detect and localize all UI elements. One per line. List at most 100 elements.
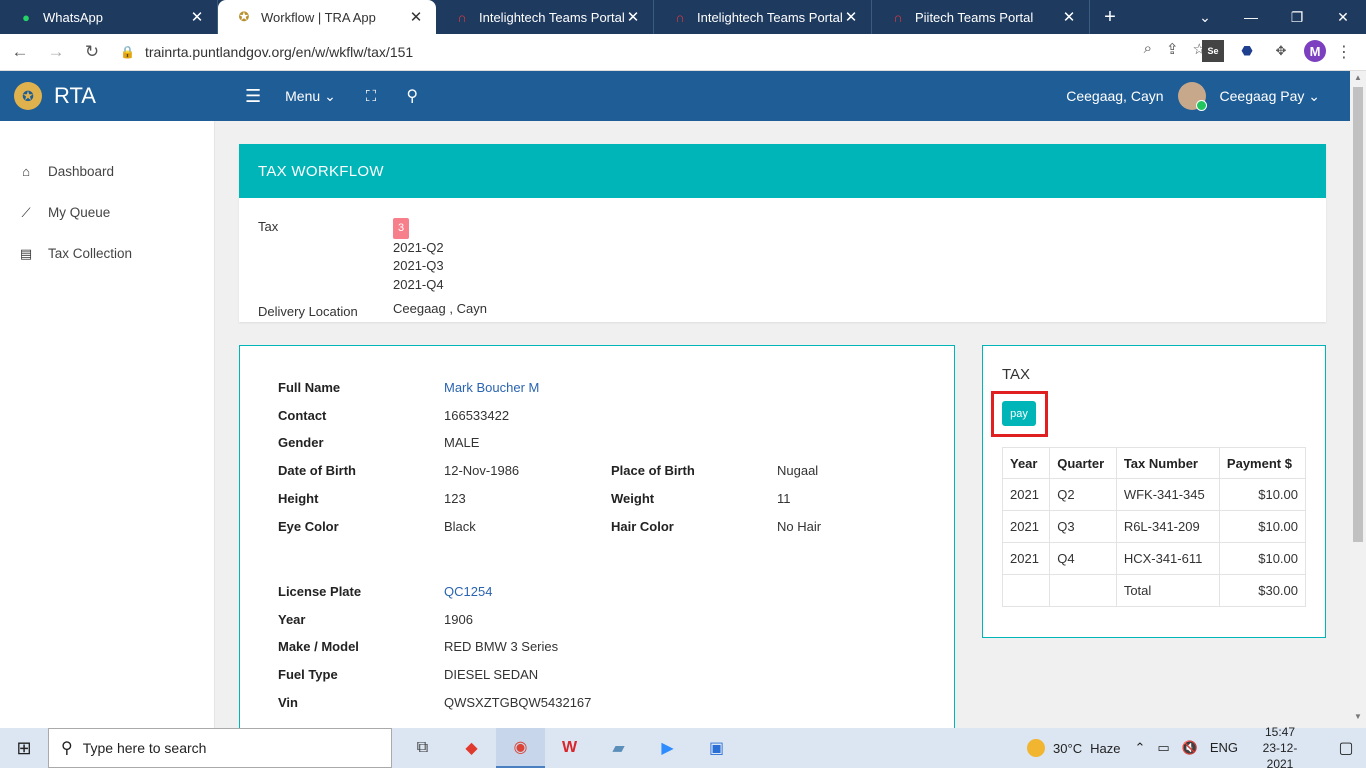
weight-value: 11: [777, 491, 791, 506]
menu-dropdown[interactable]: Menu ⌄: [285, 88, 336, 105]
reload-icon[interactable]: ↻: [76, 36, 108, 68]
hair-color-value: No Hair: [777, 519, 822, 534]
col-quarter: Quarter: [1049, 447, 1117, 479]
profile-avatar[interactable]: M: [1304, 40, 1326, 62]
tax-table: Year Quarter Tax Number Payment $ 2021 Q…: [1001, 447, 1307, 607]
chrome-icon[interactable]: ◉: [496, 728, 545, 768]
table-row: 2021 Q3 R6L-341-209 $10.00: [1001, 510, 1307, 543]
user-menu[interactable]: Ceegaag Pay ⌄: [1220, 88, 1320, 105]
puzzle-extensions-icon[interactable]: ✥: [1270, 40, 1292, 62]
tab-title: WhatsApp: [43, 9, 103, 25]
fullscreen-icon[interactable]: ⛶: [366, 88, 377, 105]
windows-start-icon[interactable]: ⊞: [0, 728, 48, 768]
browser-toolbar: ← → ↻ 🔒 trainrta.puntlandgov.org/en/w/wk…: [0, 34, 1366, 71]
hamburger-icon[interactable]: ☰: [245, 86, 261, 107]
close-window-icon[interactable]: ✕: [1320, 0, 1366, 34]
photos-app-icon[interactable]: ▣: [692, 728, 741, 768]
quarter-item: 2021-Q4: [393, 276, 444, 292]
emblem-logo-icon: ✪: [14, 82, 42, 110]
gender-label: Gender: [278, 435, 324, 450]
brand[interactable]: ✪ RTA: [0, 82, 215, 110]
close-tab-icon[interactable]: ✕: [843, 8, 859, 26]
cell-payment: $10.00: [1218, 510, 1307, 543]
task-view-icon[interactable]: ⧉: [398, 728, 447, 768]
close-tab-icon[interactable]: ✕: [1061, 8, 1077, 26]
shield-extension-icon[interactable]: ⬣: [1236, 40, 1258, 62]
eye-color-label: Eye Color: [278, 519, 339, 534]
browser-tab-bar: ● WhatsApp ✕ ✪ Workflow | TRA App ✕ ∩ In…: [0, 0, 1366, 34]
tab-intelightech-1[interactable]: ∩ Intelightech Teams Portal ✕: [436, 0, 654, 34]
tab-title: Piitech Teams Portal: [915, 9, 1034, 25]
zoom-app-icon[interactable]: ▶: [643, 728, 692, 768]
tab-whatsapp[interactable]: ● WhatsApp ✕: [0, 0, 218, 34]
restore-icon[interactable]: ❐: [1274, 0, 1320, 34]
sidebar-item-tax-collection[interactable]: ▤ Tax Collection: [0, 233, 214, 274]
tax-card: TAX pay Year Quarter Tax Number Payment …: [982, 345, 1326, 638]
app-red-icon[interactable]: ◆: [447, 728, 496, 768]
full-name-link[interactable]: Mark Boucher M: [444, 380, 539, 395]
workflow-title: TAX WORKFLOW: [239, 144, 1326, 198]
contact-label: Contact: [278, 408, 327, 423]
wps-office-icon[interactable]: W: [545, 728, 594, 768]
notes-app-icon[interactable]: ▰: [594, 728, 643, 768]
scroll-thumb[interactable]: [1353, 87, 1363, 542]
new-tab-button[interactable]: +: [1090, 0, 1130, 34]
pob-label: Place of Birth: [611, 463, 695, 478]
sidebar-item-my-queue[interactable]: ⟋ My Queue: [0, 192, 214, 233]
close-tab-icon[interactable]: ✕: [189, 8, 205, 26]
user-avatar[interactable]: [1177, 82, 1207, 111]
cell-year: 2021: [1001, 478, 1051, 511]
search-icon[interactable]: ⚲: [406, 86, 418, 106]
sidebar: ⌂ Dashboard ⟋ My Queue ▤ Tax Collection: [0, 121, 215, 728]
close-tab-icon[interactable]: ✕: [625, 8, 641, 26]
share-icon[interactable]: ⇪: [1166, 40, 1179, 58]
eye-color-value: Black: [444, 519, 476, 534]
close-tab-icon[interactable]: ✕: [408, 8, 424, 26]
weather-sun-icon: [1027, 739, 1046, 757]
license-plate-link[interactable]: QC1254: [444, 584, 492, 599]
menu-label: Menu: [285, 87, 321, 104]
back-icon[interactable]: ←: [4, 36, 36, 68]
pay-button[interactable]: pay: [1002, 401, 1036, 426]
details-card: Full Name Mark Boucher M Contact 1665334…: [239, 345, 955, 735]
fuel-type-value: DIESEL SEDAN: [444, 667, 539, 682]
weather-widget[interactable]: 30°C Haze: [1027, 739, 1120, 757]
cell-year: 2021: [1001, 510, 1051, 543]
col-tax-number: Tax Number: [1115, 447, 1220, 479]
notification-icon[interactable]: ▢: [1326, 738, 1366, 758]
clock[interactable]: 15:47 23-12-2021: [1250, 724, 1310, 768]
cell-quarter: Q3: [1049, 510, 1117, 543]
chevron-down-icon: ⌄: [324, 87, 336, 104]
workflow-card: TAX WORKFLOW Tax 3 2021-Q2 2021-Q3 2021-…: [239, 144, 1326, 322]
home-icon: ⌂: [22, 164, 30, 179]
network-icon[interactable]: ▭: [1157, 740, 1169, 756]
tab-workflow[interactable]: ✪ Workflow | TRA App ✕: [218, 0, 436, 34]
total-value: $30.00: [1218, 574, 1307, 607]
dob-label: Date of Birth: [278, 463, 356, 478]
page-scrollbar[interactable]: ▲ ▼: [1350, 71, 1366, 728]
scroll-down-icon[interactable]: ▼: [1350, 712, 1366, 726]
sidebar-item-dashboard[interactable]: ⌂ Dashboard: [0, 151, 214, 192]
zoom-icon[interactable]: ⌕: [1144, 40, 1152, 58]
tab-intelightech-2[interactable]: ∩ Intelightech Teams Portal ✕: [654, 0, 872, 34]
tab-piitech[interactable]: ∩ Piitech Teams Portal ✕: [872, 0, 1090, 34]
language-indicator[interactable]: ENG: [1210, 740, 1238, 756]
year-label: Year: [278, 612, 306, 627]
volume-muted-icon[interactable]: 🔇: [1182, 740, 1198, 756]
license-plate-label: License Plate: [278, 584, 362, 599]
tab-search-icon[interactable]: ⌄: [1182, 0, 1228, 34]
lock-icon[interactable]: 🔒: [120, 45, 135, 59]
selenium-extension-icon[interactable]: Se: [1202, 40, 1224, 62]
taskbar-search-box[interactable]: ⚲ Type here to search: [48, 728, 392, 768]
tray-chevron-icon[interactable]: ⌃: [1134, 740, 1145, 756]
sidebar-item-label: My Queue: [48, 205, 111, 220]
scroll-up-icon[interactable]: ▲: [1350, 73, 1366, 87]
forward-icon[interactable]: →: [40, 36, 72, 68]
delivery-value: Ceegaag , Cayn: [393, 301, 487, 316]
more-menu-icon[interactable]: ⋮: [1336, 42, 1352, 62]
col-year: Year: [1001, 447, 1051, 479]
address-bar[interactable]: 🔒 trainrta.puntlandgov.org/en/w/wkflw/ta…: [110, 38, 1198, 66]
total-label: Total: [1115, 574, 1220, 607]
minimize-icon[interactable]: —: [1228, 0, 1274, 34]
vin-value: QWSXZTGBQW5432167: [444, 695, 592, 710]
